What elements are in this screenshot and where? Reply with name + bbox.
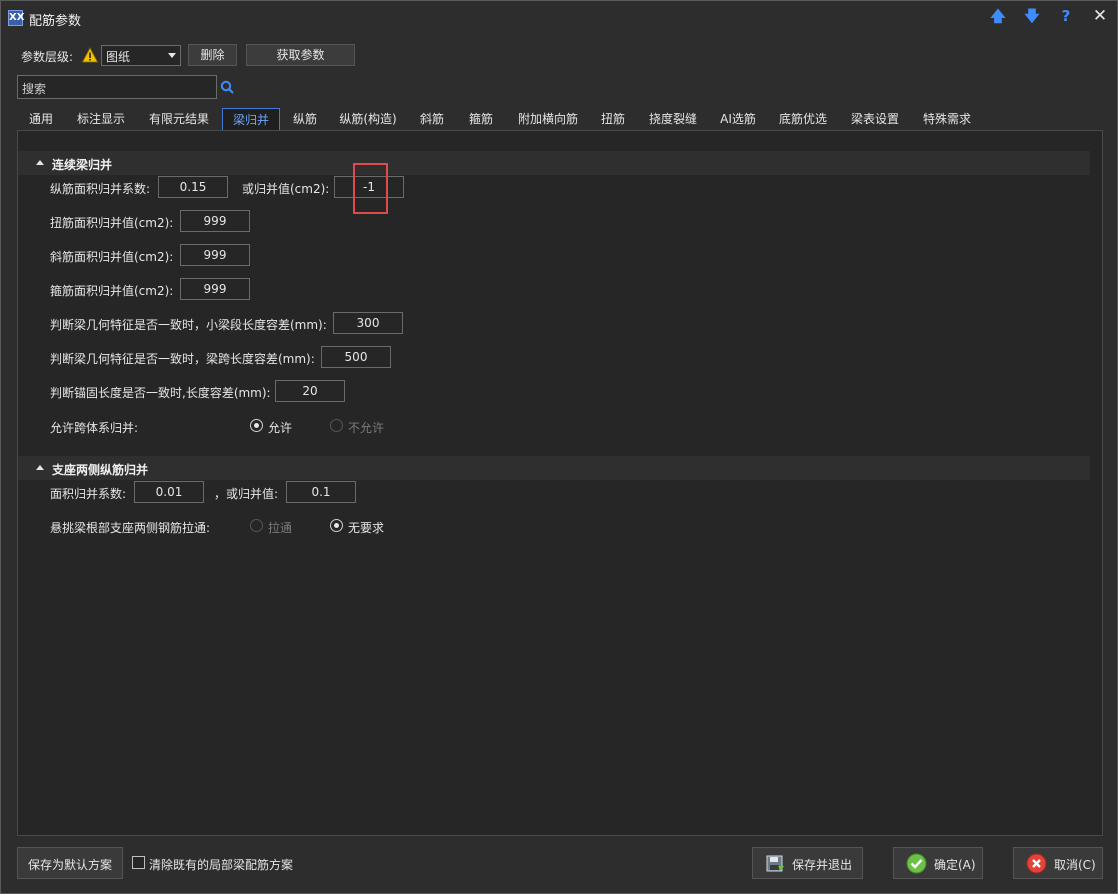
- small-seg-label: 判断梁几何特征是否一致时，小梁段长度容差(mm):: [50, 318, 327, 332]
- section-title: 支座两侧纵筋归并: [52, 463, 149, 477]
- long-coef-input[interactable]: 0.15: [158, 176, 228, 198]
- tab-fem-results[interactable]: 有限元结果: [139, 108, 219, 130]
- tab-stirrup[interactable]: 箍筋: [459, 108, 503, 130]
- title-bar: XX 配筋参数 🡅 🡇 ? ✕: [1, 1, 1117, 33]
- stirrup-label: 箍筋面积归并值(cm2):: [50, 284, 174, 298]
- cross-system-label: 允许跨体系归并:: [50, 421, 139, 435]
- tab-ai-selection[interactable]: AI选筋: [711, 108, 765, 130]
- window-title: 配筋参数: [29, 14, 82, 29]
- collapse-icon: [36, 465, 44, 470]
- anchor-label: 判断锚固长度是否一致时,长度容差(mm):: [50, 386, 271, 400]
- cantilever-label: 悬挑梁根部支座两侧钢筋拉通:: [50, 521, 211, 535]
- anchor-input[interactable]: 20: [275, 380, 345, 402]
- radio-allow-label: 允许: [268, 421, 293, 435]
- save-default-button[interactable]: 保存为默认方案: [17, 847, 123, 879]
- delete-button[interactable]: 删除: [188, 44, 237, 66]
- diag-label: 斜筋面积归并值(cm2):: [50, 250, 174, 264]
- clear-local-label: 清除既有的局部梁配筋方案: [149, 858, 294, 872]
- tab-diagonal[interactable]: 斜筋: [410, 108, 454, 130]
- radio-through-label: 拉通: [268, 521, 293, 535]
- or-value-label: ，或归并值:: [214, 487, 279, 501]
- span-input[interactable]: 500: [321, 346, 391, 368]
- long-coef-label: 纵筋面积归并系数:: [50, 182, 151, 196]
- tab-longitudinal-detail[interactable]: 纵筋(构造): [331, 108, 405, 130]
- level-select[interactable]: 图纸: [101, 45, 181, 66]
- tab-bar: 通用 标注显示 有限元结果 梁归并 纵筋 纵筋(构造) 斜筋 箍筋 附加横向筋 …: [17, 108, 1103, 130]
- search-icon[interactable]: [220, 80, 234, 94]
- search-placeholder: 搜索: [22, 82, 47, 96]
- collapse-icon: [36, 160, 44, 165]
- diag-input[interactable]: 999: [180, 244, 250, 266]
- tab-torsion[interactable]: 扭筋: [591, 108, 635, 130]
- span-label: 判断梁几何特征是否一致时，梁跨长度容差(mm):: [50, 352, 315, 366]
- highlight-box: [353, 163, 388, 214]
- fetch-params-button[interactable]: 获取参数: [246, 44, 355, 66]
- help-icon[interactable]: ?: [1055, 6, 1077, 26]
- save-icon: [766, 855, 784, 872]
- move-down-icon[interactable]: 🡇: [1021, 6, 1043, 26]
- radio-disallow-label: 不允许: [348, 421, 385, 435]
- search-input[interactable]: 搜索: [17, 75, 217, 99]
- cancel-icon: [1026, 853, 1047, 874]
- radio-no-requirement-label: 无要求: [348, 521, 385, 535]
- warning-icon: [82, 47, 98, 63]
- check-icon: [906, 853, 927, 874]
- level-label: 参数层级:: [21, 50, 74, 64]
- radio-no-requirement[interactable]: [330, 519, 343, 532]
- or-merge-label: 或归并值(cm2):: [242, 182, 330, 196]
- ok-button[interactable]: 确定(A): [893, 847, 983, 879]
- close-icon[interactable]: ✕: [1089, 6, 1111, 26]
- small-seg-input[interactable]: 300: [333, 312, 403, 334]
- save-exit-label: 保存并退出: [792, 858, 853, 872]
- tab-general[interactable]: 通用: [17, 108, 65, 130]
- clear-local-checkbox[interactable]: [132, 856, 145, 869]
- stirrup-input[interactable]: 999: [180, 278, 250, 300]
- save-default-label: 保存为默认方案: [28, 858, 113, 872]
- level-select-value: 图纸: [106, 50, 131, 64]
- tab-beam-table[interactable]: 梁表设置: [841, 108, 909, 130]
- torsion-label: 扭筋面积归并值(cm2):: [50, 216, 174, 230]
- or-value-input[interactable]: 0.1: [286, 481, 356, 503]
- dialog-window: XX 配筋参数 🡅 🡇 ? ✕ 参数层级: 图纸 删除 获取参数 搜索 通用 标…: [0, 0, 1118, 894]
- ok-label: 确定(A): [934, 858, 976, 872]
- cancel-label: 取消(C): [1054, 858, 1096, 872]
- app-icon: XX: [8, 10, 24, 26]
- tab-additional-transverse[interactable]: 附加横向筋: [509, 108, 587, 130]
- area-coef-input[interactable]: 0.01: [134, 481, 204, 503]
- section-continuous-beam-header[interactable]: 连续梁归并: [18, 151, 1090, 175]
- area-coef-label: 面积归并系数:: [50, 487, 127, 501]
- tab-beam-merge[interactable]: 梁归并: [222, 108, 280, 130]
- tab-annotation[interactable]: 标注显示: [67, 108, 135, 130]
- section-title: 连续梁归并: [52, 158, 113, 172]
- tab-deflection-crack[interactable]: 挠度裂缝: [639, 108, 707, 130]
- tab-special[interactable]: 特殊需求: [913, 108, 981, 130]
- chevron-down-icon: [168, 53, 176, 58]
- tab-bottom-optimize[interactable]: 底筋优选: [769, 108, 837, 130]
- torsion-input[interactable]: 999: [180, 210, 250, 232]
- move-up-icon[interactable]: 🡅: [987, 6, 1009, 26]
- save-exit-button[interactable]: 保存并退出: [752, 847, 863, 879]
- radio-through[interactable]: [250, 519, 263, 532]
- radio-disallow[interactable]: [330, 419, 343, 432]
- section-support-header[interactable]: 支座两侧纵筋归并: [18, 456, 1090, 480]
- cancel-button[interactable]: 取消(C): [1013, 847, 1103, 879]
- tab-longitudinal[interactable]: 纵筋: [283, 108, 327, 130]
- radio-allow[interactable]: [250, 419, 263, 432]
